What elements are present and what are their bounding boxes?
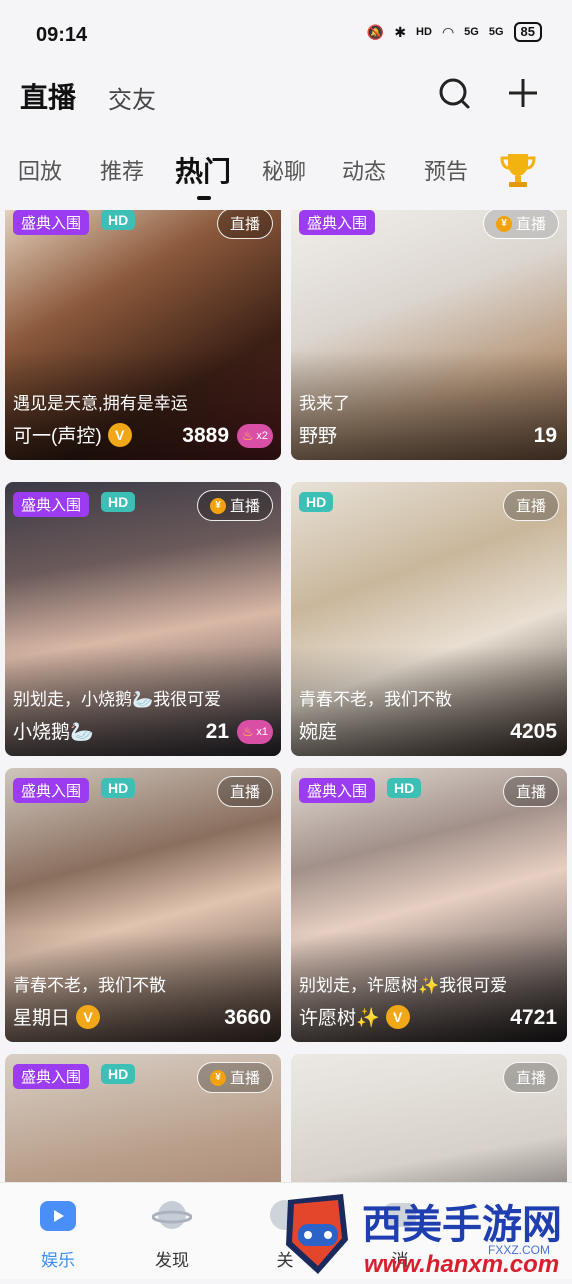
nav-label: 发现 [155, 1251, 189, 1270]
live-badge: ¥ 直播 [196, 1062, 273, 1093]
wifi-icon: ◠ [441, 23, 455, 40]
watermark-title: 西美手游网 [362, 1203, 562, 1247]
live-badge: 直播 [216, 210, 273, 239]
coin-icon: ¥ [209, 1069, 226, 1086]
battery-icon: 85 [513, 22, 542, 42]
card-description: 别划走，许愿树✨我很可爱 [299, 976, 508, 995]
nav-label: 娱乐 [41, 1251, 75, 1270]
card-description: 我来了 [299, 394, 350, 413]
nav-entertainment[interactable]: 娱乐 [18, 1195, 98, 1271]
hd-badge: HD [101, 492, 136, 512]
category-tabs: 回放 推荐 热门 秘聊 动态 预告 [0, 140, 572, 210]
streamer-name: 小烧鹅🦢 [13, 722, 94, 743]
live-card[interactable]: 盛典入围 HD ¥ 直播 [5, 1054, 281, 1182]
streamer-name: 可一(声控) V [13, 421, 132, 448]
watermark-logo: 西美手游网 www.hanxm.com FXXZ.COM [286, 1194, 562, 1278]
live-badge: 直播 [216, 776, 273, 807]
bluetooth-icon: ✱ [394, 23, 407, 40]
shengdian-badge: 盛典入围 [13, 210, 90, 235]
status-bar: 09:14 🔕 ✱ HD ◠ 5G 5G 85 [0, 0, 572, 68]
viewer-count: 19 [533, 424, 557, 447]
live-card[interactable]: 盛典入围 HD 直播 青春不老，我们不散 星期日 V 3660 [5, 768, 281, 1042]
vip-badge-icon: V [76, 1004, 101, 1029]
signal-5g-icon: 5G [464, 26, 479, 38]
hd-badge: HD [101, 210, 136, 230]
app-header: 直播 交友 [0, 68, 572, 128]
header-secondary-tab[interactable]: 交友 [108, 80, 156, 115]
streamer-name: 婉庭 [299, 722, 338, 743]
live-card[interactable]: 盛典入围 ¥ 直播 我来了 野野 19 [291, 210, 567, 460]
fire-icon: x1 [237, 720, 273, 744]
tab-hot[interactable]: 热门 [175, 150, 231, 190]
search-icon[interactable] [437, 76, 471, 110]
live-card[interactable]: 盛典入围 HD ¥直播 别划走，小烧鹅🦢我很可爱 小烧鹅🦢 21 x1 [5, 482, 281, 756]
tv-play-icon [40, 1201, 76, 1231]
viewer-count: 4205 [510, 720, 557, 743]
hd-voice-icon: HD [416, 26, 432, 38]
card-description: 别划走，小烧鹅🦢我很可爱 [13, 690, 222, 709]
header-title[interactable]: 直播 [20, 76, 76, 116]
coin-icon: ¥ [495, 215, 512, 232]
live-badge: 直播 [502, 776, 559, 807]
live-card[interactable]: 盛典入围 HD 直播 遇见是天意,拥有是幸运 可一(声控)V 3889 x2 [5, 210, 281, 460]
live-badge: ¥ 直播 [482, 210, 559, 239]
nav-discover[interactable]: 发现 [132, 1195, 212, 1271]
shengdian-badge: 盛典入围 [299, 210, 376, 235]
live-badge: ¥ 直播 [196, 490, 273, 521]
hd-badge: HD [101, 1064, 136, 1084]
active-tab-indicator [197, 196, 211, 200]
status-time: 09:14 [36, 24, 88, 46]
viewer-count: 4721 [510, 1006, 557, 1029]
viewer-count: 21 [205, 720, 229, 743]
coin-icon: ¥ [209, 497, 226, 514]
trophy-icon[interactable] [500, 150, 536, 190]
fire-icon: x2 [237, 424, 273, 448]
live-badge: 直播 [502, 490, 559, 521]
live-card[interactable]: 直播 [291, 1054, 567, 1182]
live-card[interactable]: HD 直播 青春不老，我们不散 婉庭 4205 [291, 482, 567, 756]
streamer-name: 星期日 V [13, 1003, 101, 1030]
status-icons: 🔕 ✱ HD ◠ 5G 5G 85 [367, 22, 542, 42]
watermark-sub: FXXZ.COM [488, 1243, 550, 1257]
streamer-name: 野野 [299, 426, 338, 447]
site-watermark: 西美手游网 www.hanxm.com FXXZ.COM [278, 1190, 572, 1279]
card-description: 遇见是天意,拥有是幸运 [13, 394, 188, 413]
shengdian-badge: 盛典入围 [13, 1064, 90, 1089]
hd-badge: HD [387, 778, 422, 798]
live-badge: 直播 [502, 1062, 559, 1093]
mute-icon: 🔕 [366, 23, 385, 40]
streamer-name: 许愿树✨ V [299, 1003, 410, 1030]
live-grid: 盛典入围 HD 直播 遇见是天意,拥有是幸运 可一(声控)V 3889 x2 盛… [0, 210, 572, 1182]
viewer-count: 3660 [224, 1006, 271, 1029]
hd-badge: HD [101, 778, 136, 798]
shengdian-badge: 盛典入围 [13, 778, 90, 803]
vip-badge-icon: V [107, 422, 132, 447]
vip-badge-icon: V [385, 1004, 410, 1029]
viewer-count: 3889 [182, 424, 229, 447]
tab-recommend[interactable]: 推荐 [100, 154, 144, 186]
hd-badge: HD [299, 492, 334, 512]
tab-preview[interactable]: 预告 [424, 154, 468, 186]
card-description: 青春不老，我们不散 [299, 690, 452, 709]
card-description: 青春不老，我们不散 [13, 976, 166, 995]
tab-private-chat[interactable]: 秘聊 [262, 154, 306, 186]
shengdian-badge: 盛典入围 [13, 492, 90, 517]
live-card[interactable]: 盛典入围 HD 直播 别划走，许愿树✨我很可爱 许愿树✨ V 4721 [291, 768, 567, 1042]
shengdian-badge: 盛典入围 [299, 778, 376, 803]
tab-feed[interactable]: 动态 [342, 154, 386, 186]
signal-5g-icon-2: 5G [488, 26, 504, 38]
plus-icon[interactable] [506, 76, 540, 110]
tab-replay[interactable]: 回放 [18, 154, 62, 186]
planet-icon [151, 1201, 193, 1229]
